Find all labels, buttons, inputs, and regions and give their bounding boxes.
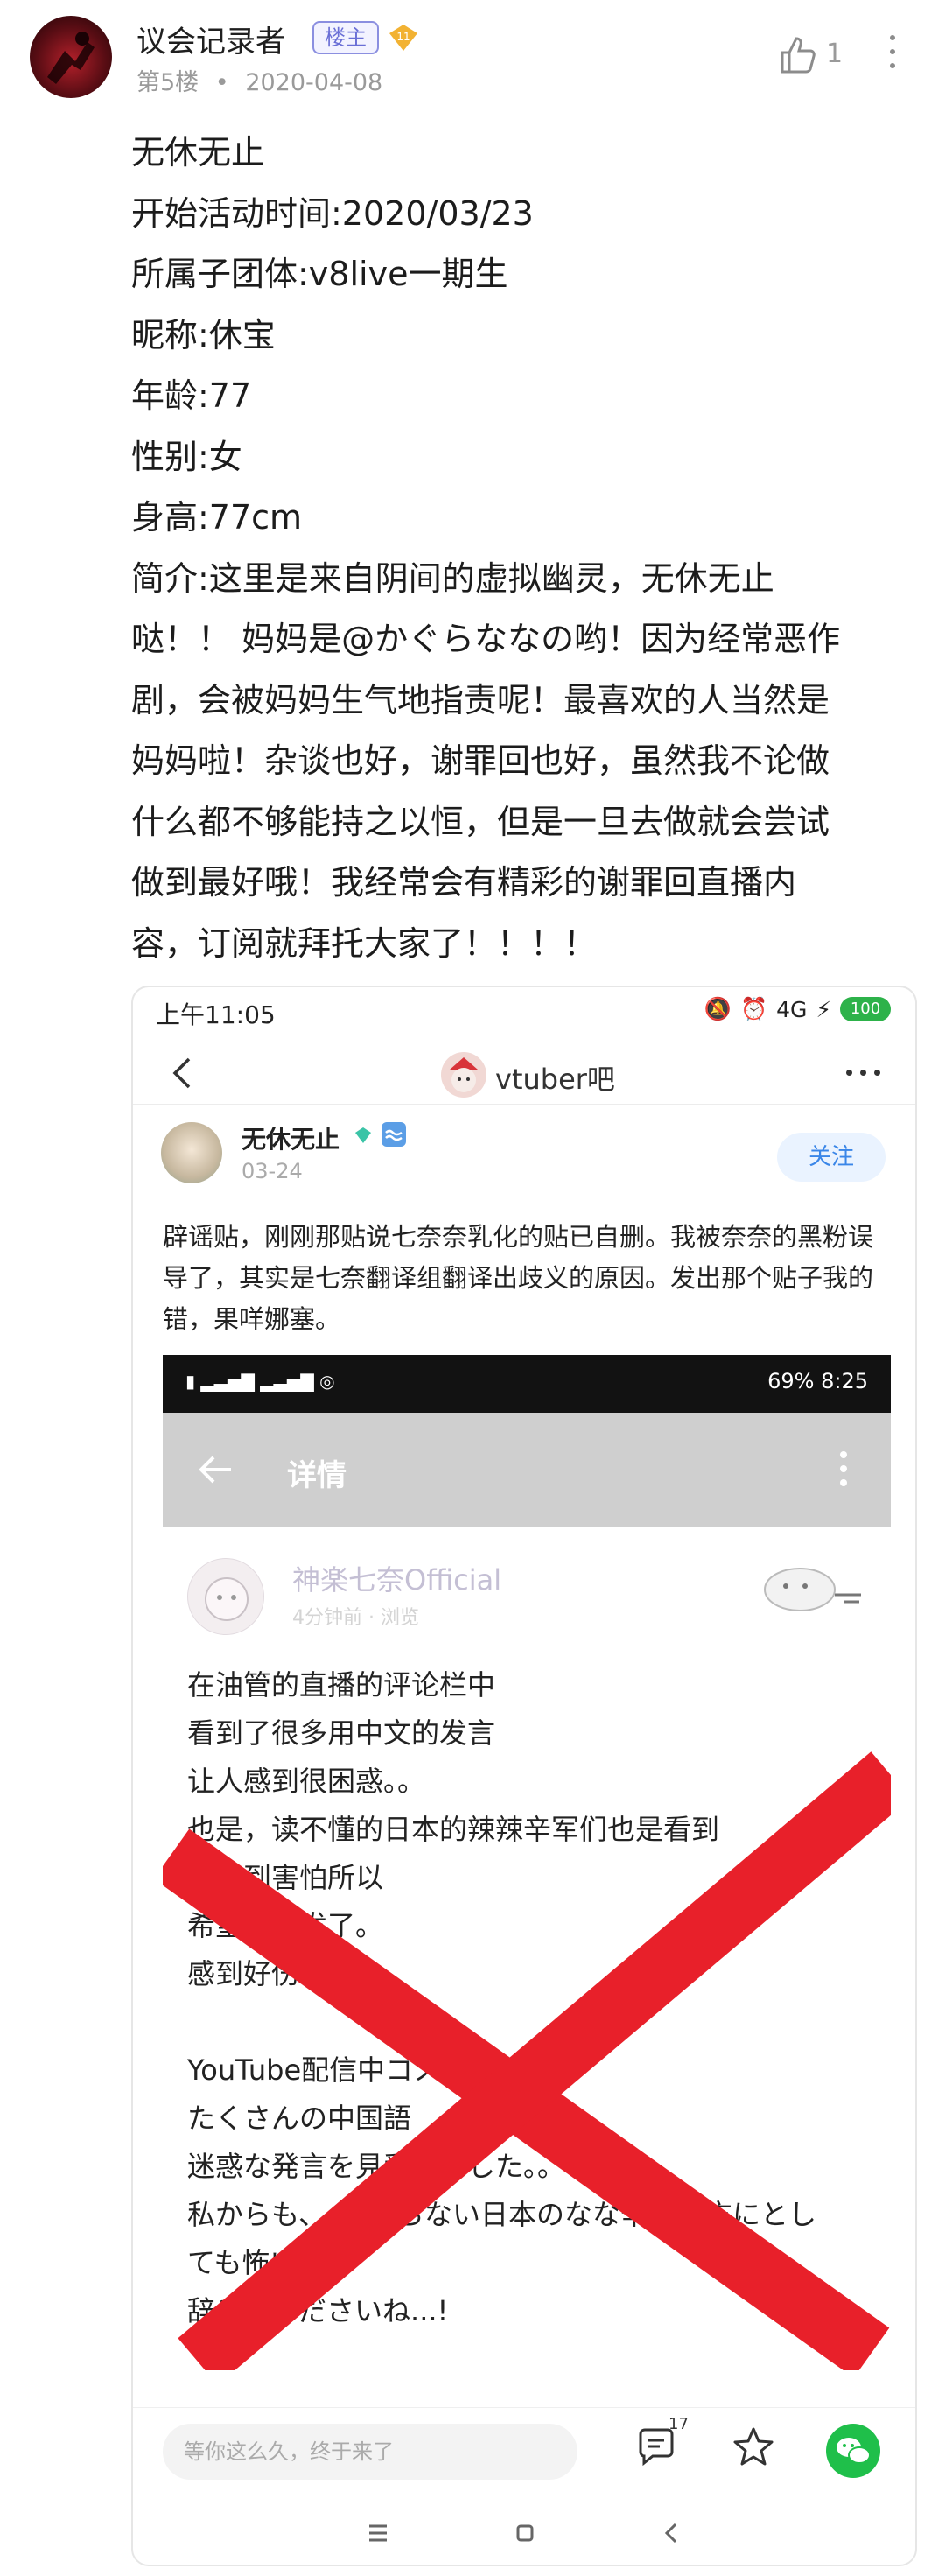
embedded-user-name[interactable]: 无休无止: [242, 1120, 340, 1155]
inner-signal-icons: ▮ ▂▃▅▇ ▂▃▅▇ ◎: [186, 1371, 335, 1392]
intro-line: 妈妈啦！杂谈也好，谢罪回也好，虽然我不论做: [131, 741, 830, 780]
embedded-post-date: 03-24: [242, 1159, 303, 1183]
avatar[interactable]: [30, 16, 112, 98]
body-line: 昵称:休宝: [131, 315, 276, 354]
nav-back-icon[interactable]: [656, 2517, 688, 2549]
inner-text-line: 感到好伤心..: [187, 1957, 346, 1990]
wave-badge-icon: [382, 1122, 406, 1147]
embedded-user-avatar[interactable]: [161, 1122, 222, 1183]
post-body: 无休无止 开始活动时间:2020/03/23 所属子团体:v8live一期生 昵…: [131, 123, 919, 974]
inner-text-line: 私からも、 わからない日本のなな辛軍の方にとし: [187, 2198, 817, 2231]
intro-line: 简介:这里是来自阴间的虚拟幽灵，无休无止: [131, 558, 774, 598]
intro-line: 什么都不够能持之以恒，但是一旦去做就会尝试: [131, 802, 830, 841]
inner-screenshot: ▮ ▂▃▅▇ ▂▃▅▇ ◎ 69% 8:25 详情 神楽七奈Official 4…: [163, 1355, 891, 2379]
embedded-status-bar: 上午11:05 🔕 ⏰ 4G ⚡ 100: [133, 987, 915, 1033]
battery-icon: 100: [840, 997, 891, 1021]
thumbs-up-icon[interactable]: [779, 35, 817, 75]
inner-menu-icon: [840, 1451, 847, 1486]
inner-text-line: [187, 1998, 878, 2046]
level-number: 11: [396, 31, 410, 43]
mute-icon: 🔕: [704, 996, 732, 1021]
like-count: 1: [826, 39, 844, 69]
embedded-nav-bar: vtuber吧: [133, 1043, 915, 1105]
intro-line: 剧，会被妈妈生气地指责呢！最喜欢的人当然是: [131, 680, 830, 719]
inner-meta: 4分钟前 · 浏览: [292, 1607, 419, 1629]
inner-text-line: 看到了很多用中文的发言: [187, 1716, 496, 1750]
meta-separator: •: [214, 69, 229, 96]
system-nav-bar: [133, 2502, 915, 2565]
embedded-post-text: 辟谣贴，刚刚那贴说七奈奈乳化的贴已自删。我被奈奈的黑粉误导了，其实是七奈翻译组翻…: [163, 1222, 874, 1334]
inner-text-line: 让人感到很困惑。。: [187, 1765, 426, 1798]
comment-input[interactable]: 等你这么久，终于来了: [163, 2424, 578, 2480]
body-line: 身高:77cm: [131, 498, 303, 537]
forum-avatar: [441, 1052, 486, 1098]
username[interactable]: 议会记录者: [136, 18, 285, 60]
embedded-status-icons: 🔕 ⏰ 4G ⚡ 100: [704, 996, 891, 1022]
inner-back-icon: [198, 1455, 233, 1485]
more-horizontal-icon[interactable]: [846, 1070, 880, 1076]
body-line: 性别:女: [131, 437, 242, 476]
inner-text-line: たくさんの中国語: [187, 2102, 412, 2135]
body-line: 年龄:77: [131, 376, 252, 415]
intro-line: 哒！！ 妈妈是@かぐらななの哟！因为经常恶作: [131, 620, 841, 658]
inner-text-line: 会感到害怕所以: [187, 1861, 384, 1894]
post-header: 议会记录者 楼主 11 第5楼 • 2020-04-08 1: [0, 0, 945, 114]
post-date: 2020-04-08: [245, 69, 383, 96]
inner-text-line: 辞めてくださいね...!: [187, 2294, 449, 2327]
floor-label: 第5楼: [136, 69, 200, 96]
inner-author-name: 神楽七奈Official: [292, 1563, 502, 1597]
home-square-icon[interactable]: [509, 2517, 541, 2549]
forum-name[interactable]: vtuber吧: [495, 1057, 615, 1098]
gem-icon: [354, 1126, 373, 1145]
back-icon[interactable]: [168, 1056, 194, 1091]
owner-badge: 楼主: [312, 21, 379, 54]
body-line: 开始活动时间:2020/03/23: [131, 193, 534, 233]
inner-text-line: 在油管的直播的评论栏中: [187, 1668, 496, 1702]
post-meta: 第5楼 • 2020-04-08: [136, 63, 382, 97]
embedded-comment-bar: 等你这么久，终于来了 17: [133, 2407, 915, 2491]
menu-icon[interactable]: [362, 2517, 394, 2549]
charging-icon: ⚡: [816, 996, 831, 1022]
inner-header: 详情: [163, 1413, 891, 1527]
inner-status-bar: ▮ ▂▃▅▇ ▂▃▅▇ ◎ 69% 8:25: [163, 1355, 891, 1413]
signal-label: 4G: [776, 996, 808, 1022]
inner-text-line: 希望不要发了。: [187, 1909, 384, 1942]
inner-text-line: 也是，读不懂的日本的辣辣辛军们也是看到: [187, 1813, 720, 1846]
inner-text-line: YouTube配信中コメ にて: [187, 2053, 526, 2087]
intro-line: 做到最好哦！我经常会有精彩的谢罪回直播内: [131, 863, 797, 902]
body-line: 无休无止: [131, 133, 265, 172]
inner-title: 详情: [287, 1458, 346, 1493]
embedded-status-time: 上午11:05: [156, 1000, 276, 1029]
inner-text-line: 迷惑な発言を見受けました。。: [187, 2150, 566, 2183]
inner-avatar: [187, 1558, 264, 1635]
inner-status-right: 69% 8:25: [767, 1369, 868, 1393]
level-badge-icon: 11: [387, 23, 420, 53]
embedded-screenshot[interactable]: 上午11:05 🔕 ⏰ 4G ⚡ 100 vtuber吧 无休无止 03-24: [131, 986, 917, 2566]
comment-count: 17: [668, 2415, 689, 2433]
wechat-share-icon[interactable]: [826, 2424, 880, 2478]
inner-text-line: ても怖いので: [187, 2246, 354, 2279]
star-icon[interactable]: [732, 2425, 775, 2469]
follow-button[interactable]: 关注: [777, 1133, 886, 1182]
body-line: 所属子团体:v8live一期生: [131, 255, 508, 293]
intro-line: 容，订阅就拜托大家了！！！！: [131, 923, 598, 963]
more-vertical-icon[interactable]: [887, 35, 898, 74]
sticker-image: [747, 1551, 866, 1621]
inner-text: 在油管的直播的评论栏中 看到了很多用中文的发言 让人感到很困惑。。 也是，读不懂…: [187, 1661, 878, 2335]
alarm-icon: ⏰: [740, 996, 768, 1021]
